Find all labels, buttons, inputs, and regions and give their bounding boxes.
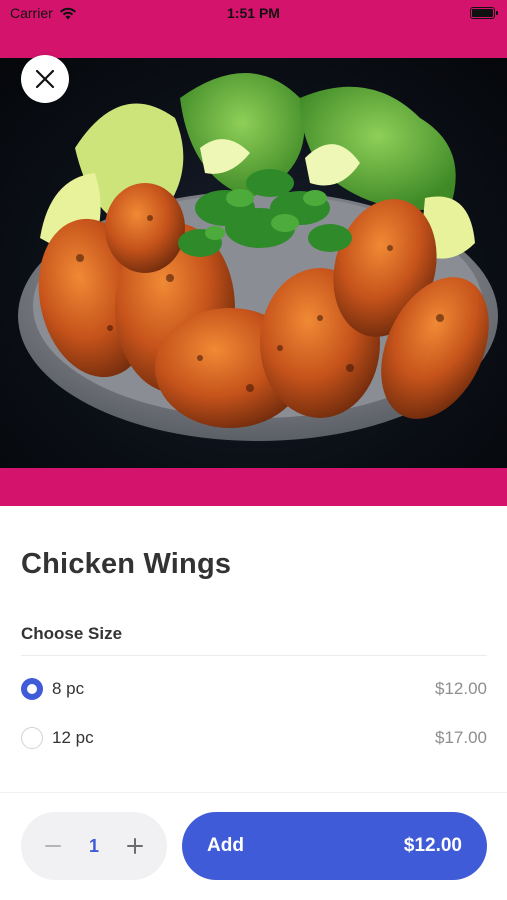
size-option-label: 8 pc — [52, 679, 85, 698]
size-option-label: 12 pc — [52, 728, 94, 747]
size-option-12pc[interactable]: 12 pc $17.00 — [0, 719, 507, 759]
close-icon — [35, 69, 55, 89]
quantity-stepper: 1 — [21, 812, 167, 880]
radio-unselected-icon[interactable] — [21, 727, 43, 749]
status-time: 1:51 PM — [227, 5, 280, 21]
section-divider — [21, 655, 487, 656]
size-option-price: $12.00 — [435, 679, 487, 698]
size-option-price: $17.00 — [435, 728, 487, 747]
footer-divider — [0, 792, 507, 793]
product-title: Chicken Wings — [21, 548, 232, 580]
increase-quantity-button[interactable] — [111, 812, 159, 880]
add-button-label: Add — [207, 835, 244, 856]
image-bottom-band — [0, 468, 507, 506]
chicken-wings-illustration — [18, 73, 498, 441]
close-button[interactable] — [21, 55, 69, 103]
radio-selected-icon[interactable] — [21, 678, 43, 700]
add-to-cart-button[interactable]: Add $12.00 — [182, 812, 487, 880]
product-image — [0, 58, 507, 468]
add-button-price: $12.00 — [403, 835, 462, 856]
status-bar: Carrier 1:51 PM — [0, 0, 507, 58]
minus-icon — [45, 845, 61, 847]
choose-size-label: Choose Size — [21, 624, 123, 643]
plus-icon — [127, 838, 143, 854]
battery-icon — [470, 7, 498, 19]
size-option-8pc[interactable]: 8 pc $12.00 — [0, 670, 507, 710]
